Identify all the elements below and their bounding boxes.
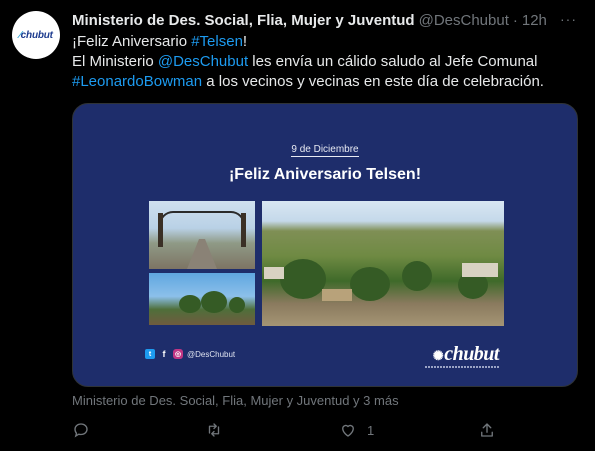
facebook-icon: f [162, 349, 166, 359]
arch-post-left [158, 213, 163, 247]
card-date: 9 de Diciembre [73, 144, 577, 157]
hashtag-leonardobowman[interactable]: #LeonardoBowman [72, 73, 202, 90]
card-date-text: 9 de Diciembre [291, 144, 359, 157]
text-segment: ¡Feliz Aniversario [72, 33, 192, 50]
hashtag-telsen[interactable]: #Telsen [191, 33, 243, 50]
twitter-icon: t [145, 349, 155, 359]
reply-icon [74, 423, 88, 438]
chubut-logo: ∕chubut [19, 29, 53, 41]
author-name[interactable]: Ministerio de Des. Social, Flia, Mujer y… [72, 12, 415, 29]
arch-shape [159, 211, 245, 225]
photo-trees [149, 273, 255, 325]
text-segment: ! [242, 33, 248, 50]
tweet-text: ¡Feliz Aniversario #Telsen! El Ministeri… [72, 32, 579, 92]
instagram-icon: ◎ [173, 349, 183, 359]
tweet-line-1: ¡Feliz Aniversario #Telsen! [72, 32, 579, 52]
tweet[interactable]: ∕chubut Ministerio de Des. Social, Flia,… [0, 0, 595, 451]
share-icon [481, 423, 493, 437]
card-social-handle: @DesChubut [187, 349, 236, 359]
tree-shape [201, 291, 227, 313]
like-button[interactable]: 1 [339, 421, 374, 439]
share-button[interactable] [478, 421, 496, 439]
brand-text: chubut [444, 343, 499, 365]
text-segment: El Ministerio [72, 53, 158, 70]
tweet-line-2: El Ministerio @DesChubut les envía un cá… [72, 52, 579, 72]
avatar[interactable]: ∕chubut [12, 11, 60, 59]
photo-town-view [262, 201, 504, 326]
tree-shape [350, 267, 390, 301]
text-segment: a los vecinos y vecinas en este día de c… [202, 73, 544, 90]
retweet-button[interactable] [205, 421, 223, 439]
reply-button[interactable] [72, 421, 90, 439]
retweet-icon [208, 423, 220, 437]
chubut-brand-logo: ✺chubut [432, 343, 500, 365]
tree-shape [402, 261, 432, 291]
heart-icon [342, 424, 354, 437]
photo-town-arch [149, 201, 255, 269]
tree-shape [280, 259, 326, 299]
media-card[interactable]: 9 de Diciembre ¡Feliz Aniversario Telsen… [72, 103, 578, 387]
arch-post-right [241, 213, 246, 247]
separator-dot: · [512, 11, 518, 29]
tree-shape [179, 295, 201, 313]
building-shape [462, 263, 498, 277]
like-count: 1 [367, 422, 375, 438]
tweet-line-3: #LeonardoBowman a los vecinos y vecinas … [72, 72, 579, 92]
road-shape [187, 239, 217, 269]
card-title: ¡Feliz Aniversario Telsen! [228, 166, 422, 183]
mention-deschubut[interactable]: @DesChubut [158, 53, 248, 70]
more-options-icon[interactable]: ··· [560, 12, 577, 26]
tree-shape [229, 297, 245, 313]
building-shape [322, 289, 352, 301]
card-social-icons: t f ◎ @DesChubut [145, 349, 235, 359]
tweet-header: Ministerio de Des. Social, Flia, Mujer y… [72, 10, 583, 30]
tagged-users[interactable]: Ministerio de Des. Social, Flia, Mujer y… [72, 393, 399, 408]
author-handle[interactable]: @DesChubut [419, 12, 509, 29]
timestamp[interactable]: 12h [522, 12, 547, 29]
tweet-actions: 1 [72, 421, 512, 441]
building-shape [264, 267, 284, 279]
brand-underline [425, 366, 499, 368]
text-segment: les envía un cálido saludo al Jefe Comun… [248, 53, 538, 70]
